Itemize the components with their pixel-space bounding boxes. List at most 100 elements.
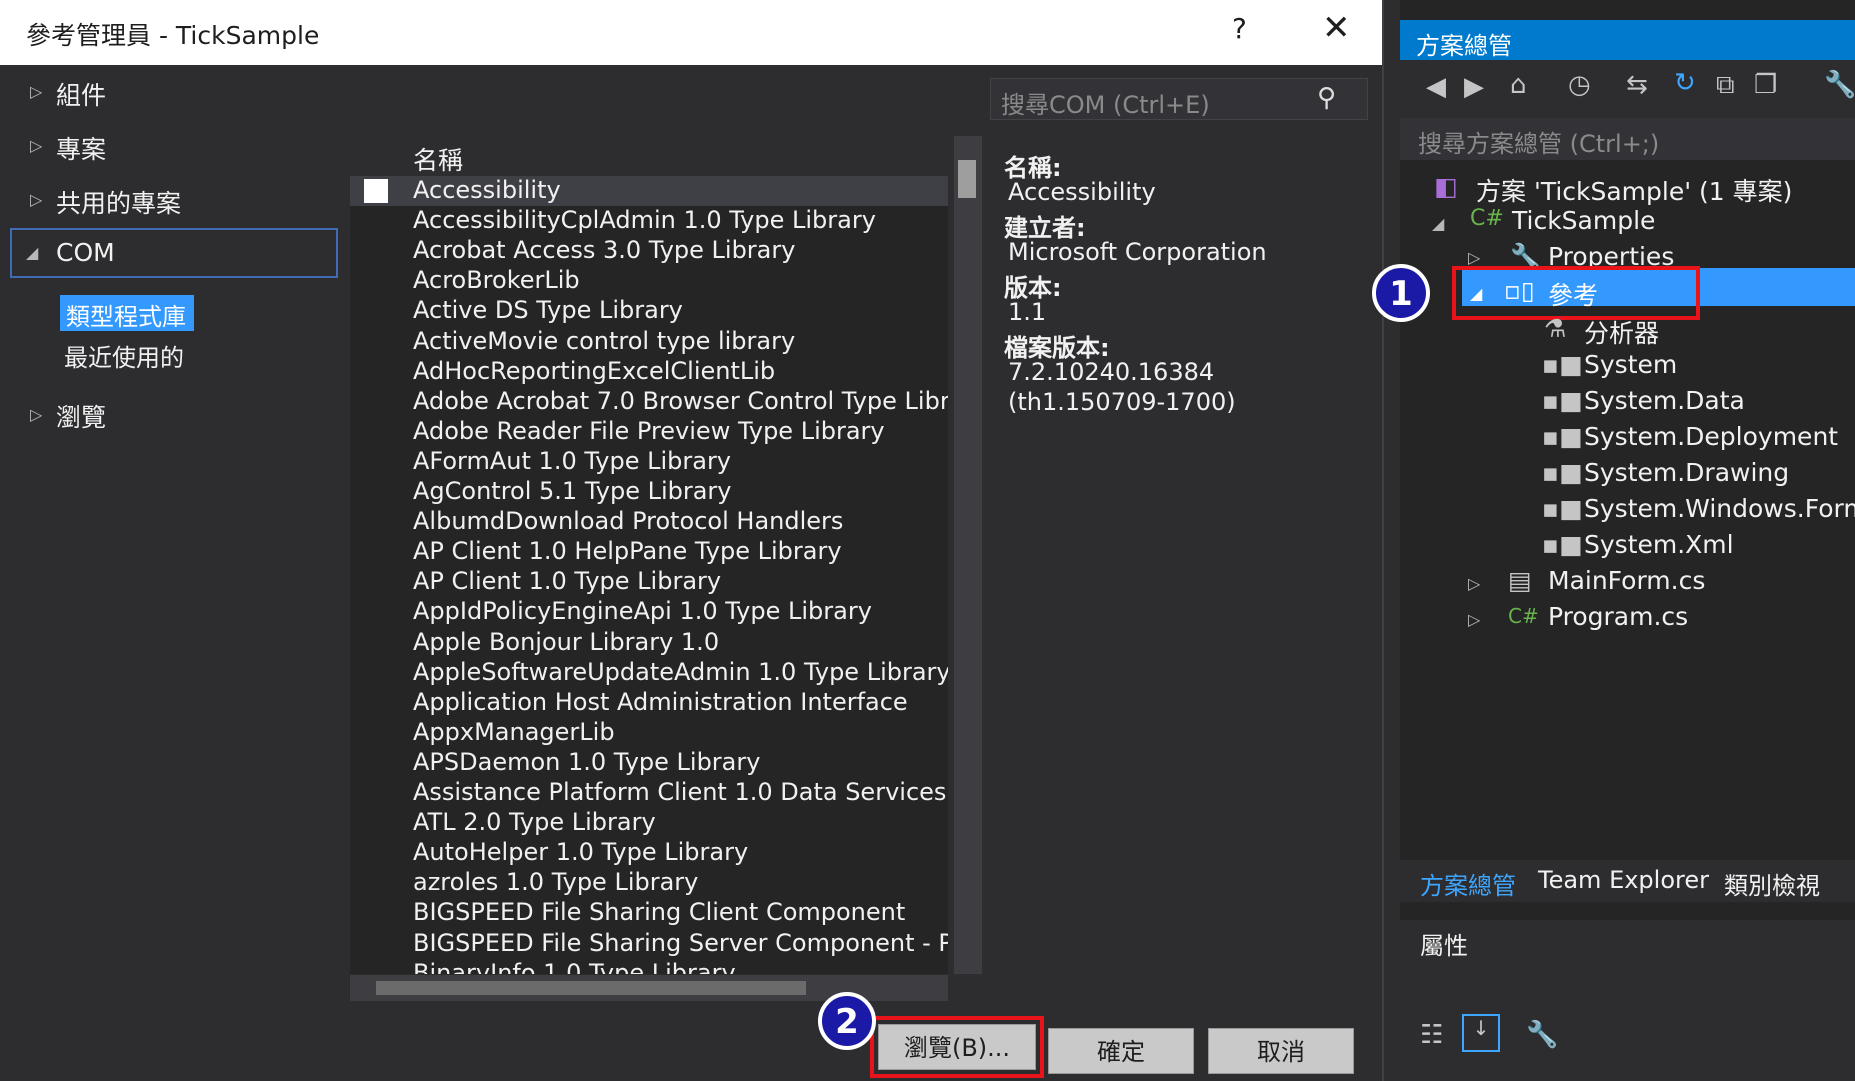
property-pages-icon[interactable]: 🔧 xyxy=(1526,1020,1558,1050)
properties-title: 屬性 xyxy=(1420,932,1468,960)
horizontal-scroll-thumb[interactable] xyxy=(376,981,806,995)
com-list[interactable]: 名稱 Accessibility AccessibilityCplAdmin 1.… xyxy=(350,136,948,974)
vertical-scroll-thumb[interactable] xyxy=(958,160,976,198)
nav-com[interactable]: COM xyxy=(56,238,115,267)
list-item-label: AFormAut 1.0 Type Library xyxy=(413,446,732,475)
list-item[interactable]: AppxManagerLib xyxy=(350,718,948,748)
solution-node[interactable]: 方案 'TickSample' (1 專案) xyxy=(1476,172,1792,208)
analyzers-node[interactable]: 分析器 xyxy=(1584,314,1659,350)
checkbox[interactable] xyxy=(364,179,388,203)
list-item[interactable]: Adobe Acrobat 7.0 Browser Control Type L… xyxy=(350,387,948,417)
show-all-files-icon[interactable]: ❐ xyxy=(1754,70,1777,100)
back-icon[interactable]: ◀ xyxy=(1426,72,1446,102)
expand-icon[interactable]: ▷ xyxy=(1468,248,1480,267)
list-item[interactable]: AppIdPolicyEngineApi 1.0 Type Library xyxy=(350,597,948,627)
list-item[interactable]: AgControl 5.1 Type Library xyxy=(350,477,948,507)
list-item[interactable]: ATL 2.0 Type Library xyxy=(350,808,948,838)
references-node[interactable]: 參考 xyxy=(1548,276,1598,312)
project-node[interactable]: TickSample xyxy=(1512,206,1655,235)
list-item-label: Assistance Platform Client 1.0 Data Serv… xyxy=(413,778,948,806)
home-icon[interactable]: ⌂ xyxy=(1510,70,1527,100)
collapse-icon[interactable]: ◢ xyxy=(1432,214,1444,233)
list-item[interactable]: AP Client 1.0 HelpPane Type Library xyxy=(350,537,948,567)
expand-icon[interactable]: ▷ xyxy=(30,405,42,424)
collapse-all-icon[interactable]: ⧉ xyxy=(1716,70,1735,101)
list-item[interactable]: Assistance Platform Client 1.0 Data Serv… xyxy=(350,778,948,808)
list-item[interactable]: BIGSPEED File Sharing Client Component xyxy=(350,898,948,928)
list-item[interactable]: BIGSPEED File Sharing Server Component -… xyxy=(350,929,948,959)
solution-search-input[interactable]: 搜尋方案總管 (Ctrl+;) xyxy=(1400,118,1855,160)
nav-browse[interactable]: 瀏覽 xyxy=(56,398,106,434)
reference-item[interactable]: System.Deployment xyxy=(1584,422,1838,451)
list-item[interactable]: AutoHelper 1.0 Type Library xyxy=(350,838,948,868)
list-item[interactable]: ActiveMovie control type library xyxy=(350,327,948,357)
search-com-input[interactable]: 搜尋COM (Ctrl+E) ⚲ xyxy=(990,78,1368,120)
nav-assemblies[interactable]: 組件 xyxy=(56,76,106,112)
list-item[interactable]: AdHocReportingExcelClientLib xyxy=(350,357,948,387)
reference-item[interactable]: System.Xml xyxy=(1584,530,1734,559)
expand-icon[interactable]: ▷ xyxy=(1468,610,1480,629)
list-item[interactable]: Accessibility xyxy=(350,176,948,206)
help-button[interactable]: ? xyxy=(1232,12,1247,45)
search-placeholder: 搜尋COM (Ctrl+E) xyxy=(1001,91,1210,119)
list-item[interactable]: BinaryInfo 1.0 Type Library xyxy=(350,959,948,974)
list-item-label: Acrobat Access 3.0 Type Library xyxy=(413,236,796,265)
nav-recent[interactable]: 最近使用的 xyxy=(64,338,184,373)
list-item[interactable]: AFormAut 1.0 Type Library xyxy=(350,447,948,477)
reference-icon: ▪■ xyxy=(1542,530,1583,559)
list-item[interactable]: azroles 1.0 Type Library xyxy=(350,868,948,898)
list-item[interactable]: AccessibilityCplAdmin 1.0 Type Library xyxy=(350,206,948,236)
list-item[interactable]: Active DS Type Library xyxy=(350,296,948,326)
close-button[interactable]: ✕ xyxy=(1322,8,1351,48)
expand-icon[interactable]: ▷ xyxy=(30,190,42,209)
history-icon[interactable]: ◷ xyxy=(1568,70,1591,100)
browse-button[interactable]: 瀏覽(B)... xyxy=(878,1024,1036,1070)
refresh-icon[interactable]: ↻ xyxy=(1674,68,1696,98)
sync-icon[interactable]: ⇆ xyxy=(1626,70,1648,100)
reference-item[interactable]: System.Drawing xyxy=(1584,458,1789,487)
list-item-label: AcroBrokerLib xyxy=(413,266,580,295)
vertical-scrollbar[interactable] xyxy=(954,136,982,974)
file-node[interactable]: Program.cs xyxy=(1548,602,1688,631)
list-item-label: Active DS Type Library xyxy=(413,296,683,325)
search-icon[interactable]: ⚲ xyxy=(1317,83,1336,113)
wrench-icon[interactable]: 🔧 xyxy=(1824,70,1855,100)
categorized-icon[interactable]: ☷ xyxy=(1420,1020,1443,1050)
expand-icon[interactable]: ▷ xyxy=(1468,574,1480,593)
step-badge-2: 2 xyxy=(818,992,876,1050)
list-item[interactable]: Acrobat Access 3.0 Type Library xyxy=(350,236,948,266)
expand-icon[interactable]: ▷ xyxy=(30,82,42,101)
list-item[interactable]: AcroBrokerLib xyxy=(350,266,948,296)
tab-class-view[interactable]: 類別檢視 xyxy=(1724,866,1820,901)
list-item[interactable]: Application Host Administration Interfac… xyxy=(350,688,948,718)
collapse-icon[interactable]: ◢ xyxy=(1470,284,1482,303)
list-item[interactable]: Apple Bonjour Library 1.0 xyxy=(350,628,948,658)
solution-explorer-titlebar: 方案總管 xyxy=(1400,20,1855,60)
collapse-icon[interactable]: ◢ xyxy=(26,243,38,262)
reference-item[interactable]: System.Data xyxy=(1584,386,1745,415)
list-item[interactable]: AP Client 1.0 Type Library xyxy=(350,567,948,597)
reference-item[interactable]: System.Windows.Forms xyxy=(1584,494,1855,523)
cancel-button[interactable]: 取消 xyxy=(1208,1028,1354,1074)
forward-icon[interactable]: ▶ xyxy=(1464,72,1484,102)
dialog-title: 參考管理員 - TickSample xyxy=(26,21,320,50)
list-item[interactable]: AppleSoftwareUpdateAdmin 1.0 Type Librar… xyxy=(350,658,948,688)
column-name[interactable]: 名稱 xyxy=(413,141,463,177)
ok-button[interactable]: 確定 xyxy=(1048,1028,1194,1074)
list-item[interactable]: APSDaemon 1.0 Type Library xyxy=(350,748,948,778)
tab-solution-explorer[interactable]: 方案總管 xyxy=(1420,866,1516,901)
list-item[interactable]: AlbumdDownload Protocol Handlers xyxy=(350,507,948,537)
list-header[interactable]: 名稱 xyxy=(350,136,948,176)
expand-icon[interactable]: ▷ xyxy=(30,136,42,155)
list-item-label: AppIdPolicyEngineApi 1.0 Type Library xyxy=(413,597,872,626)
reference-item[interactable]: System xyxy=(1584,350,1677,379)
list-item[interactable]: Adobe Reader File Preview Type Library xyxy=(350,417,948,447)
alphabetical-icon[interactable]: ↓ xyxy=(1462,1014,1500,1052)
tab-team-explorer[interactable]: Team Explorer xyxy=(1538,866,1709,894)
file-node[interactable]: MainForm.cs xyxy=(1548,566,1705,595)
nav-type-libraries[interactable]: 類型程式庫 xyxy=(60,295,194,331)
nav-projects[interactable]: 專案 xyxy=(56,130,106,166)
nav-shared-projects[interactable]: 共用的專案 xyxy=(56,184,181,220)
detail-file-version-build: (th1.150709-1700) xyxy=(1008,388,1236,416)
reference-icon: ▪■ xyxy=(1542,458,1583,487)
